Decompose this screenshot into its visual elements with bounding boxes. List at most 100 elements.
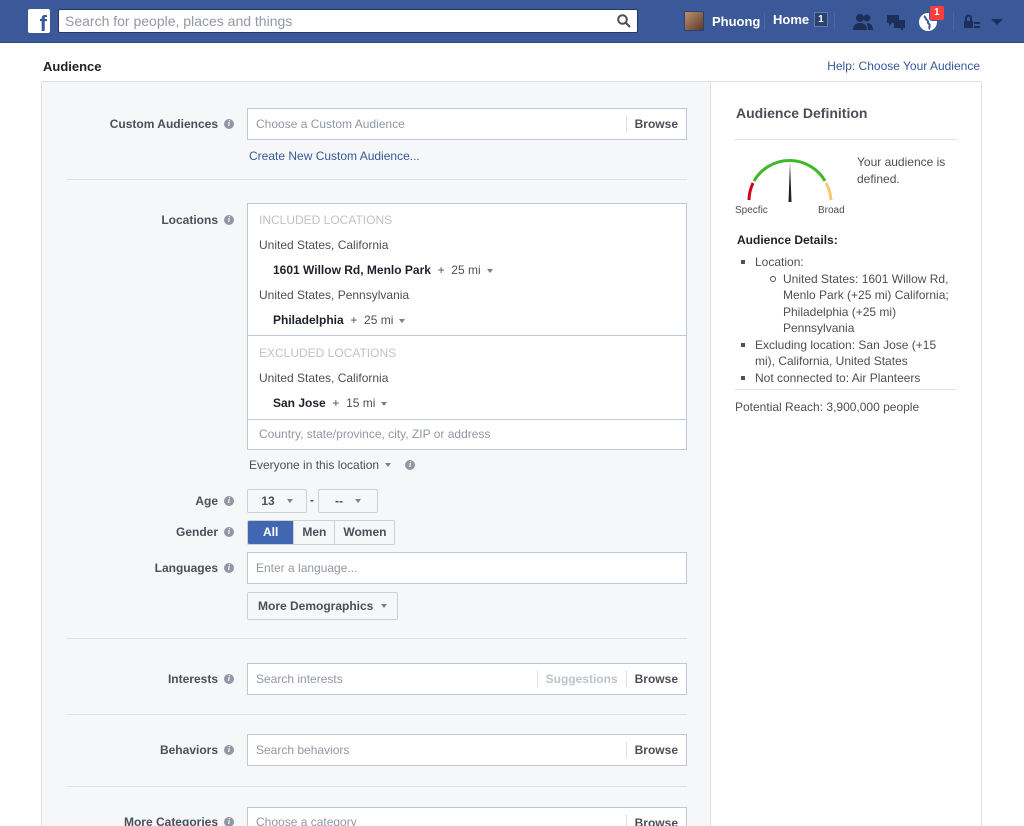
info-icon[interactable]: i <box>224 817 234 826</box>
radius-dropdown[interactable]: 25 mi <box>364 313 406 327</box>
potential-reach: Potential Reach: 3,900,000 people <box>735 400 920 414</box>
custom-audience-browse-button[interactable]: Browse <box>625 116 686 132</box>
languages-input[interactable] <box>248 554 686 582</box>
custom-audience-field: Browse <box>247 108 687 140</box>
divider <box>735 389 956 390</box>
more-categories-label: More Categories i <box>124 815 234 826</box>
friend-requests-icon[interactable] <box>852 11 874 33</box>
account-menu-chevron-down-icon[interactable] <box>990 16 1004 26</box>
divider <box>764 12 765 30</box>
divider <box>834 12 835 30</box>
behaviors-input[interactable] <box>248 736 626 764</box>
info-icon[interactable]: i <box>405 460 416 470</box>
home-label: Home <box>773 12 810 27</box>
divider <box>67 638 687 639</box>
more-demographics-button[interactable]: More Demographics <box>247 592 399 620</box>
notifications-badge: 1 <box>929 5 945 21</box>
location-item[interactable]: Philadelphia + 25 mi <box>273 313 406 327</box>
interests-field: Suggestions Browse <box>247 663 687 695</box>
page-title: Audience <box>43 59 102 74</box>
divider <box>248 335 686 336</box>
create-custom-audience-link[interactable]: Create New Custom Audience... <box>249 149 420 163</box>
audience-details-title: Audience Details: <box>737 233 838 247</box>
location-item[interactable]: 1601 Willow Rd, Menlo Park + 25 mi <box>273 263 493 277</box>
chevron-down-icon <box>286 499 293 503</box>
top-bar: f Phuong Home 1 1 <box>0 0 1024 43</box>
chevron-down-icon <box>355 499 361 503</box>
languages-label: Languages i <box>155 561 234 575</box>
age-label: Age i <box>195 494 234 508</box>
search-input[interactable] <box>59 10 611 32</box>
divider <box>67 179 687 180</box>
more-categories-field: Browse <box>247 807 687 826</box>
behaviors-label: Behaviors i <box>160 743 234 757</box>
chevron-down-icon <box>381 604 388 608</box>
radius-dropdown[interactable]: 15 mi <box>346 396 388 410</box>
interests-label: Interests i <box>168 672 234 686</box>
info-icon[interactable]: i <box>224 674 234 684</box>
behaviors-browse-button[interactable]: Browse <box>625 742 686 758</box>
facebook-logo[interactable]: f <box>28 9 50 35</box>
custom-audience-input[interactable] <box>248 110 626 138</box>
interests-suggestions-button[interactable]: Suggestions <box>536 671 626 687</box>
info-icon[interactable]: i <box>224 745 234 755</box>
age-max-select[interactable]: -- <box>318 489 378 513</box>
location-region: United States, Pennsylvania <box>259 288 410 302</box>
more-categories-browse-button[interactable]: Browse <box>625 815 686 826</box>
audience-details-list: Location: United States: 1601 Willow Rd,… <box>741 254 956 386</box>
list-item: Excluding location: San Jose (+15 mi), C… <box>741 337 956 370</box>
locations-label: Locations i <box>161 213 234 227</box>
location-item[interactable]: San Jose + 15 mi <box>273 396 388 410</box>
gender-selector: All Men Women <box>247 520 396 545</box>
divider <box>953 12 954 30</box>
chevron-down-icon <box>486 268 493 273</box>
location-input[interactable] <box>248 420 686 448</box>
location-input-wrap <box>248 419 686 449</box>
age-range-dash: - <box>310 493 314 507</box>
chevron-down-icon <box>381 401 388 406</box>
info-icon[interactable]: i <box>224 527 234 537</box>
list-item: Location: <box>741 254 956 271</box>
locations-box: INCLUDED LOCATIONS United States, Califo… <box>247 203 687 450</box>
interests-input[interactable] <box>248 665 537 693</box>
avatar <box>684 11 704 31</box>
gender-men-button[interactable]: Men <box>293 521 335 544</box>
messages-icon[interactable] <box>885 11 907 33</box>
privacy-lock-icon[interactable] <box>962 11 984 33</box>
gender-women-button[interactable]: Women <box>334 521 395 544</box>
info-icon[interactable]: i <box>224 496 234 506</box>
home-link[interactable]: Home 1 <box>773 12 828 27</box>
help-link[interactable]: Help: Choose Your Audience <box>827 59 980 73</box>
divider <box>67 786 687 787</box>
custom-audiences-label: Custom Audiences i <box>110 117 234 131</box>
info-icon[interactable]: i <box>224 563 234 573</box>
age-min-select[interactable]: 13 <box>247 489 307 513</box>
gender-all-button[interactable]: All <box>248 521 294 544</box>
gauge-specific-label: Specfic <box>735 205 768 216</box>
info-icon[interactable]: i <box>224 119 234 129</box>
interests-browse-button[interactable]: Browse <box>625 671 686 687</box>
list-item: Not connected to: Air Planteers <box>741 370 956 387</box>
chevron-down-icon <box>399 318 406 323</box>
home-count-badge: 1 <box>814 12 828 27</box>
profile-link[interactable]: Phuong <box>684 11 760 31</box>
chevron-down-icon <box>385 463 392 467</box>
audience-status-text: Your audience is defined. <box>857 155 946 186</box>
more-categories-input[interactable] <box>248 815 626 826</box>
location-scope-dropdown[interactable]: Everyone in this location i <box>249 458 416 472</box>
search-icon[interactable] <box>611 10 637 32</box>
gauge-broad-label: Broad <box>818 205 845 216</box>
audience-gauge-icon <box>747 159 833 202</box>
location-region: United States, California <box>259 371 389 385</box>
search-bar <box>58 9 638 33</box>
included-locations-header: INCLUDED LOCATIONS <box>259 213 393 227</box>
divider <box>735 139 956 140</box>
list-item: United States: 1601 Willow Rd, Menlo Par… <box>741 271 956 337</box>
behaviors-field: Browse <box>247 734 687 766</box>
radius-dropdown[interactable]: 25 mi <box>451 263 493 277</box>
audience-definition-title: Audience Definition <box>736 105 868 121</box>
info-icon[interactable]: i <box>224 215 234 225</box>
gender-label: Gender i <box>176 525 234 539</box>
user-name: Phuong <box>712 13 761 29</box>
location-region: United States, California <box>259 238 389 252</box>
